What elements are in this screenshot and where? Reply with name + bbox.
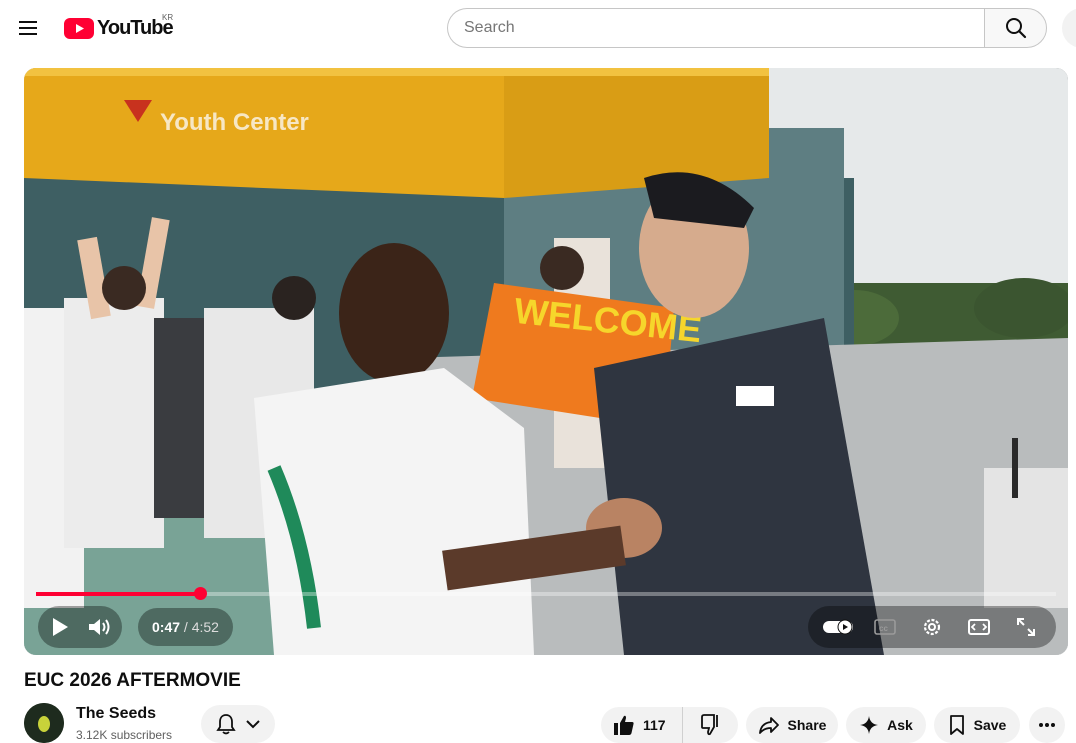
- autoplay-toggle-icon: [822, 619, 853, 635]
- time-separator: /: [180, 619, 192, 635]
- settings-button[interactable]: [914, 609, 950, 645]
- save-label: Save: [973, 717, 1007, 733]
- search-icon: [1005, 18, 1026, 39]
- current-time: 0:47: [152, 619, 181, 635]
- bell-icon: [216, 714, 236, 735]
- region-code: KR: [162, 13, 174, 22]
- fullscreen-button[interactable]: [1008, 609, 1044, 645]
- theater-mode-button[interactable]: [961, 609, 997, 645]
- notification-button[interactable]: [201, 705, 275, 743]
- subtitles-button[interactable]: cc: [867, 609, 903, 645]
- ask-button[interactable]: Ask: [846, 707, 926, 743]
- svg-text:cc: cc: [879, 624, 888, 633]
- video-frame[interactable]: Youth Center WELCOME: [24, 68, 1068, 655]
- mute-button[interactable]: [82, 609, 118, 645]
- share-icon: [758, 717, 779, 734]
- dislike-button[interactable]: [683, 707, 737, 743]
- search-button[interactable]: [984, 8, 1047, 48]
- progress-played: [36, 592, 201, 596]
- left-controls: [38, 606, 122, 648]
- chevron-down-icon: [246, 720, 260, 729]
- like-count: 117: [643, 717, 666, 733]
- dislike-icon: [701, 714, 718, 736]
- time-display: 0:47 / 4:52: [138, 608, 233, 646]
- fullscreen-icon: [1017, 618, 1036, 636]
- progress-bar[interactable]: [36, 587, 1056, 600]
- building-sign-text: Youth Center: [160, 109, 309, 136]
- share-button[interactable]: Share: [746, 707, 838, 743]
- play-button[interactable]: [42, 609, 78, 645]
- menu-icon: [19, 21, 37, 35]
- ask-label: Ask: [887, 717, 913, 733]
- channel-logo-icon: [24, 703, 64, 743]
- duration: 4:52: [191, 619, 219, 635]
- share-label: Share: [787, 717, 827, 733]
- like-button[interactable]: 117: [601, 707, 683, 743]
- volume-icon: [89, 619, 110, 635]
- youtube-logo[interactable]: YouTube KR: [64, 13, 174, 40]
- save-button[interactable]: Save: [934, 707, 1020, 743]
- search-input[interactable]: [447, 8, 984, 48]
- captions-icon: cc: [873, 619, 896, 635]
- video-player[interactable]: Youth Center WELCOME 0:47 / 4:52 cc: [24, 68, 1068, 655]
- video-title: EUC 2026 AFTERMOVIE: [24, 670, 241, 691]
- play-icon: [53, 618, 68, 636]
- channel-name[interactable]: The Seeds: [76, 705, 156, 723]
- masthead: YouTube KR: [0, 0, 1076, 56]
- settings-icon: [923, 618, 941, 636]
- voice-search-button[interactable]: [1062, 8, 1076, 48]
- right-controls: cc: [808, 606, 1056, 648]
- guide-menu-button[interactable]: [12, 12, 44, 44]
- channel-avatar[interactable]: [24, 703, 64, 743]
- more-actions-button[interactable]: [1029, 707, 1065, 743]
- sparkle-icon: [860, 716, 879, 734]
- like-dislike-group: 117: [601, 707, 738, 743]
- subscriber-count: 3.12K subscribers: [76, 728, 173, 742]
- search-box: [447, 8, 1047, 48]
- more-icon: [1039, 723, 1055, 727]
- theater-icon: [968, 619, 991, 635]
- bookmark-icon: [949, 715, 964, 735]
- like-icon: [614, 715, 634, 735]
- play-volume-group: [38, 606, 122, 648]
- youtube-logo-icon: [64, 17, 94, 39]
- autoplay-toggle[interactable]: [820, 609, 856, 645]
